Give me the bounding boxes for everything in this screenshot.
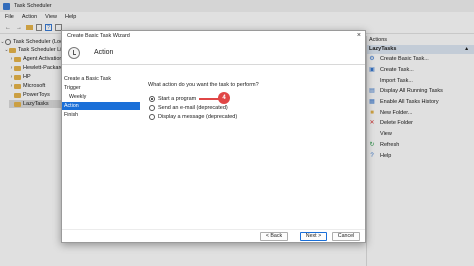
- option-label: Display a message (deprecated): [158, 113, 238, 120]
- close-icon[interactable]: ×: [357, 32, 361, 40]
- wizard-title-bar: Create Basic Task Wizard ×: [62, 31, 365, 41]
- option-start-program[interactable]: Start a program: [149, 94, 358, 103]
- action-question: What action do you want the task to perf…: [148, 82, 259, 88]
- step-finish: Finish: [64, 112, 79, 118]
- back-button[interactable]: < Back: [260, 232, 288, 241]
- step-callout-badge: 4: [218, 92, 230, 104]
- option-send-email[interactable]: Send an e-mail (deprecated): [149, 103, 358, 112]
- wizard-content: What action do you want the task to perf…: [148, 82, 358, 121]
- radio-button[interactable]: [149, 95, 155, 102]
- option-label: Start a program: [158, 95, 197, 102]
- radio-button[interactable]: [149, 113, 155, 120]
- radio-button[interactable]: [149, 104, 155, 111]
- wizard-title: Create Basic Task Wizard: [67, 33, 130, 39]
- step-trigger: Trigger: [64, 85, 81, 91]
- option-label: Send an e-mail (deprecated): [158, 104, 228, 111]
- next-button[interactable]: Next >: [300, 232, 327, 241]
- step-action: Action: [62, 102, 140, 110]
- cancel-button[interactable]: Cancel: [332, 232, 360, 241]
- step-weekly: Weekly: [69, 94, 87, 100]
- option-display-message[interactable]: Display a message (deprecated): [149, 112, 358, 121]
- clock-icon: [68, 46, 80, 59]
- wizard-footer: < Back Next > Cancel: [62, 229, 365, 242]
- create-basic-task-wizard: Create Basic Task Wizard × Action Create…: [61, 30, 366, 243]
- step-create-basic-task: Create a Basic Task: [64, 76, 112, 82]
- wizard-step-title: Action: [94, 49, 114, 56]
- wizard-header: Action: [62, 41, 365, 65]
- wizard-steps: Create a Basic Task Trigger Weekly Actio…: [62, 67, 142, 217]
- callout-pointer: [199, 98, 219, 100]
